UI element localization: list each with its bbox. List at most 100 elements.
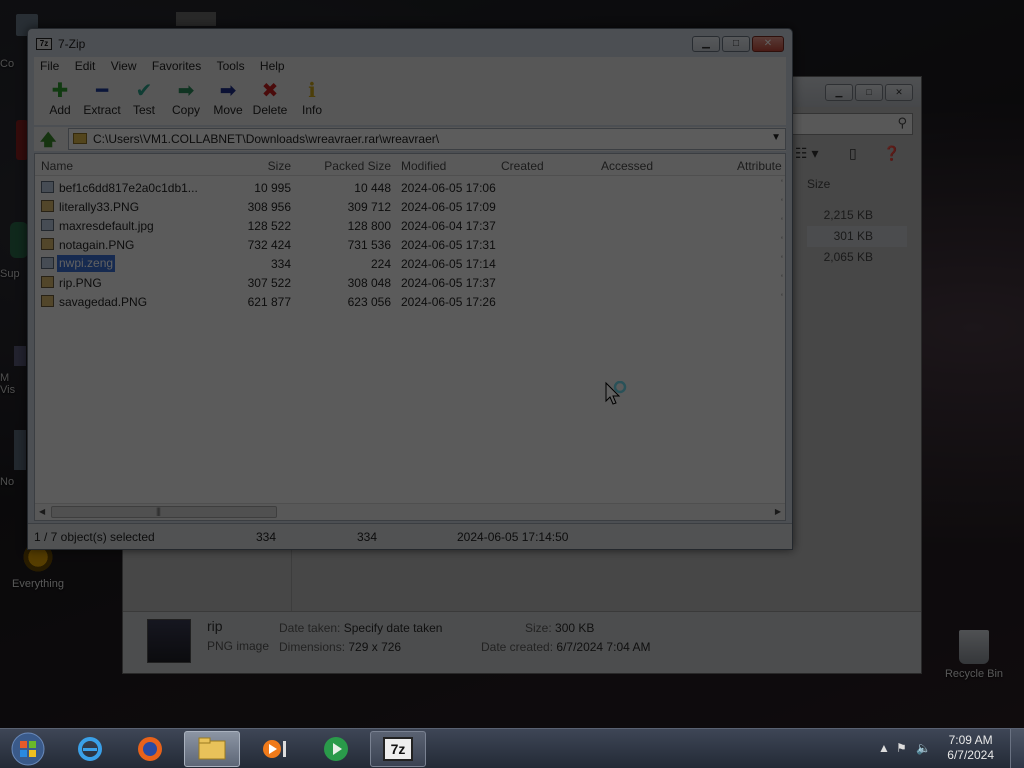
table-row[interactable]: rip.PNG 307 522 308 048 2024-06-05 17:37… [35, 273, 785, 292]
table-row-selected[interactable]: nwpi.zeng 334 224 2024-06-05 17:14 ‘ [35, 254, 785, 273]
scroll-left-icon[interactable]: ◀ [39, 507, 45, 516]
test-button[interactable]: ✔ Test [122, 79, 166, 117]
desktop-icon-partial-4[interactable]: No [0, 476, 26, 488]
taskbar-file-explorer[interactable] [184, 731, 240, 767]
app-icon-edge-2[interactable] [10, 222, 28, 258]
explorer-search-box[interactable]: ⚲ [783, 113, 913, 135]
desktop-icon-top[interactable] [176, 12, 216, 26]
up-folder-icon[interactable]: 🡅 [40, 129, 56, 156]
info-button[interactable]: ℹ Info [290, 79, 334, 117]
explorer-divider [291, 547, 292, 613]
taskbar-media-player[interactable] [246, 731, 302, 767]
explorer-size-cell: 301 KB [807, 226, 907, 247]
app-icon-edge-3[interactable] [14, 346, 26, 366]
file-modified: 2024-06-05 17:14 [401, 257, 496, 271]
file-size: 621 877 [247, 295, 291, 309]
show-desktop-button[interactable] [1010, 729, 1024, 768]
menu-tools[interactable]: Tools [211, 57, 251, 73]
file-name: literally33.PNG [59, 200, 140, 214]
add-button[interactable]: ✚ Add [38, 79, 82, 117]
horizontal-scrollbar[interactable]: ◀ ||| ▶ [35, 503, 785, 520]
image-file-icon [41, 295, 54, 307]
file-name: savagedad.PNG [59, 295, 148, 309]
chevron-down-icon[interactable]: ▼ [771, 132, 781, 143]
explorer-size-column: 2,215 KB 301 KB 2,065 KB [807, 205, 907, 268]
row-marker: ‘ [781, 178, 783, 188]
table-row[interactable]: notagain.PNG 732 424 731 536 2024-06-05 … [35, 235, 785, 254]
windows-logo-icon [11, 732, 45, 766]
extract-button[interactable]: ━ Extract [80, 79, 124, 117]
info-icon: ℹ [308, 80, 316, 102]
menu-edit[interactable]: Edit [69, 57, 102, 73]
clock[interactable]: 7:09 AM 6/7/2024 [947, 733, 994, 763]
preview-pane-icon[interactable]: ▯ [849, 145, 857, 162]
media-center-icon [324, 737, 348, 761]
column-header-accessed[interactable]: Accessed [601, 159, 653, 173]
close-button[interactable]: ✕ [885, 84, 913, 101]
column-header-name[interactable]: Name [41, 159, 73, 173]
desktop-icon-partial-2[interactable]: Sup [0, 268, 26, 280]
scroll-right-icon[interactable]: ▶ [775, 507, 781, 516]
menu-view[interactable]: View [105, 57, 143, 73]
chevron-up-icon[interactable]: ▲ [878, 741, 890, 755]
table-row[interactable]: bef1c6dd817e2a0c1db1... 10 995 10 448 20… [35, 178, 785, 197]
minimize-button[interactable]: ▁ [692, 36, 720, 52]
search-icon: ⚲ [897, 115, 907, 130]
menu-file[interactable]: File [34, 57, 65, 73]
start-button[interactable] [0, 731, 56, 767]
volume-icon[interactable]: 🔈 [916, 741, 931, 755]
file-list[interactable]: Name Size Packed Size Modified Created A… [34, 153, 786, 521]
view-options-icon[interactable]: ☷ ▾ [795, 145, 818, 162]
scrollbar-thumb[interactable]: ||| [51, 506, 277, 518]
details-file-name: rip [207, 618, 223, 634]
close-button[interactable]: ✕ [752, 36, 784, 52]
sevenzip-app-icon: 7z [36, 38, 52, 50]
path-text[interactable]: C:\Users\VM1.COLLABNET\Downloads\wreavra… [93, 132, 439, 146]
add-icon: ✚ [51, 80, 69, 102]
file-thumbnail [147, 619, 191, 663]
media-player-icon [263, 740, 286, 758]
table-row[interactable]: maxresdefault.jpg 128 522 128 800 2024-0… [35, 216, 785, 235]
menu-favorites[interactable]: Favorites [146, 57, 207, 73]
status-bar: 1 / 7 object(s) selected 334 334 2024-06… [28, 523, 792, 549]
file-packed-size: 224 [370, 257, 391, 271]
taskbar-internet-explorer[interactable] [62, 731, 118, 767]
menu-help[interactable]: Help [254, 57, 291, 73]
column-header-created[interactable]: Created [501, 159, 544, 173]
delete-button[interactable]: ✖ Delete [248, 79, 292, 117]
column-header-modified[interactable]: Modified [401, 159, 446, 173]
desktop-icon-partial-3[interactable]: M Vis [0, 372, 26, 402]
details-date-taken: Date taken: Specify date taken [279, 621, 442, 635]
path-field[interactable]: C:\Users\VM1.COLLABNET\Downloads\wreavra… [68, 128, 786, 150]
details-key: Dimensions: [279, 640, 346, 654]
row-marker: ‘ [781, 197, 783, 207]
copy-button[interactable]: ➡ Copy [164, 79, 208, 117]
file-icon [41, 257, 54, 269]
column-header-size[interactable]: Size [235, 159, 291, 173]
desktop-icon-recycle-bin[interactable]: Recycle Bin [938, 630, 1010, 680]
sevenzip-titlebar[interactable]: 7z 7-Zip ▁ □ ✕ [28, 29, 792, 57]
app-icon-edge-4[interactable] [14, 430, 26, 470]
action-center-flag-icon[interactable]: ⚑ [896, 741, 907, 755]
details-value[interactable]: Specify date taken [344, 621, 443, 635]
sevenzip-window[interactable]: 7z 7-Zip ▁ □ ✕ File Edit View Favorites … [27, 28, 793, 550]
file-packed-size: 128 800 [347, 219, 391, 233]
table-row[interactable]: savagedad.PNG 621 877 623 056 2024-06-05… [35, 292, 785, 311]
explorer-size-cell: 2,215 KB [823, 208, 873, 222]
desktop-icon-partial-1[interactable]: Co [0, 58, 26, 70]
column-header-attributes[interactable]: Attribute [737, 159, 782, 173]
taskbar-7zip[interactable]: 7z [370, 731, 426, 767]
help-icon[interactable]: ❓ [883, 145, 900, 162]
toolbar-label: Extract [83, 103, 121, 117]
minimize-button[interactable]: ▁ [825, 84, 853, 101]
move-button[interactable]: ➡ Move [206, 79, 250, 117]
table-row[interactable]: literally33.PNG 308 956 309 712 2024-06-… [35, 197, 785, 216]
explorer-size-header[interactable]: Size [807, 177, 830, 191]
maximize-button[interactable]: □ [855, 84, 883, 101]
taskbar-media-center[interactable] [308, 731, 364, 767]
system-tray: ▲ ⚑ 🔈 7:09 AM 6/7/2024 [854, 729, 1024, 768]
taskbar-firefox[interactable] [122, 731, 178, 767]
column-header-packed-size[interactable]: Packed Size [305, 159, 391, 173]
maximize-button[interactable]: □ [722, 36, 750, 52]
image-file-icon [41, 238, 54, 250]
